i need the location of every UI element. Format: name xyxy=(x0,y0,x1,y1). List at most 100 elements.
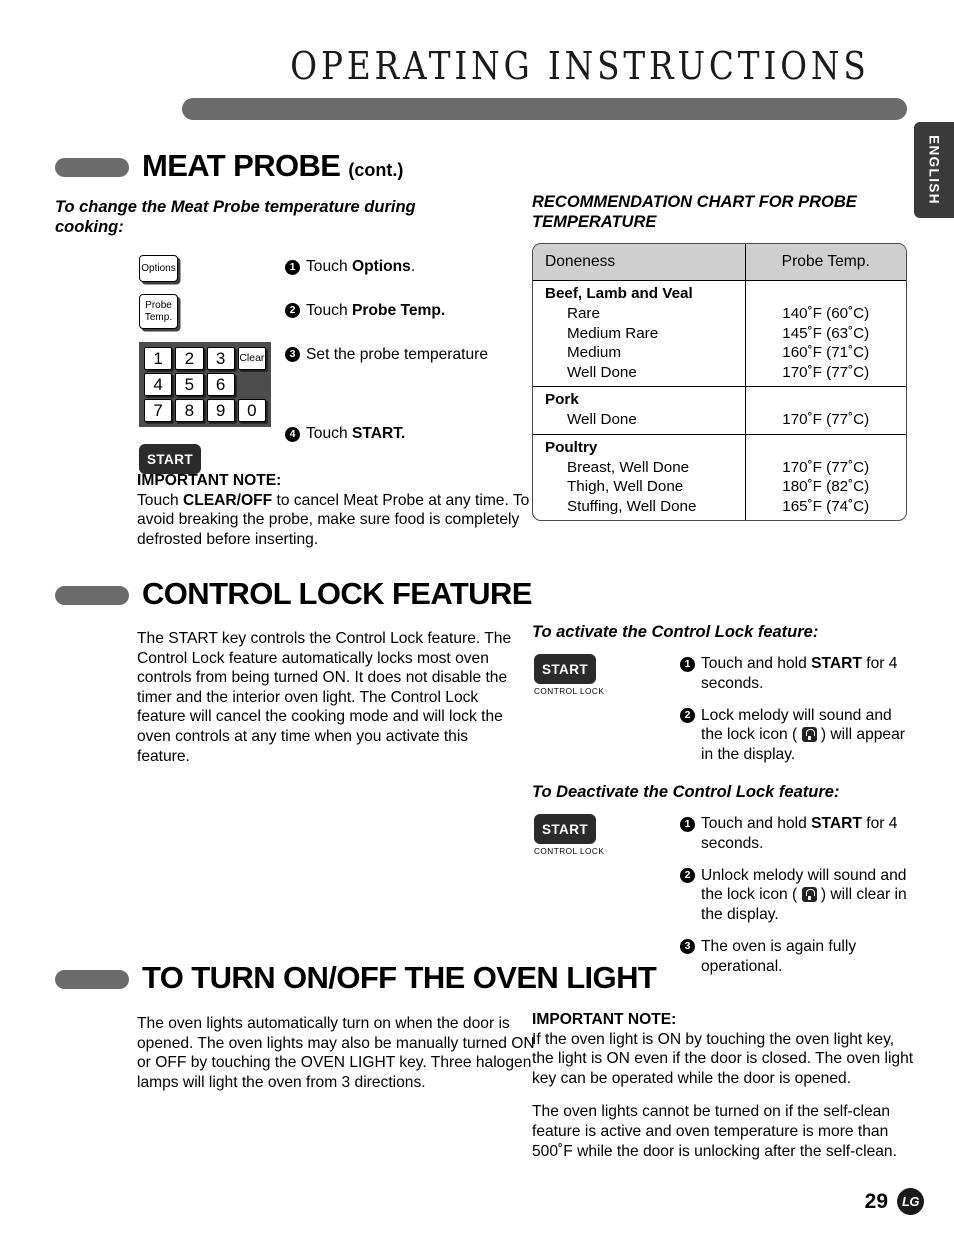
keypad-key-3[interactable]: 3 xyxy=(206,347,235,370)
important-note-paragraph-2: The oven lights cannot be turned on if t… xyxy=(532,1103,897,1160)
step-number: 2 xyxy=(680,708,695,724)
control-lock-title: CONTROL LOCK FEATURE xyxy=(142,576,532,611)
item-name: Well Done xyxy=(567,411,637,428)
step-number: 3 xyxy=(680,939,695,955)
important-note-body: Touch CLEAR/OFF to cancel Meat Probe at … xyxy=(137,491,532,550)
group-name: Pork xyxy=(545,391,579,408)
oven-light-important-note: IMPORTANT NOTE: If the oven light is ON … xyxy=(532,1010,917,1161)
meat-probe-steps: 1 Touch Options. 2 Touch Probe Temp. 3 Set … xyxy=(285,257,525,454)
keypad-blank-cell xyxy=(238,373,266,396)
lock-icon xyxy=(801,887,817,903)
keypad-key-5[interactable]: 5 xyxy=(175,373,204,396)
step-number: 1 xyxy=(680,656,695,672)
item-temp: 170˚F (77˚C) xyxy=(782,458,870,476)
probe-recommendation-chart: RECOMMENDATION CHART FOR PROBE TEMPERATU… xyxy=(532,192,910,521)
step-text-before: Touch xyxy=(306,258,352,275)
step-item: 2 Unlock melody will sound and the lock i… xyxy=(680,866,912,925)
step-text-before: Set the probe temperature xyxy=(306,345,489,363)
header-accent-bar xyxy=(182,98,907,120)
activate-subhead: To activate the Control Lock feature: xyxy=(532,623,819,641)
table-header-doneness: Doneness xyxy=(533,244,746,281)
keypad-key-7[interactable]: 7 xyxy=(144,399,173,422)
probe-temp-table: Doneness Probe Temp. Beef, Lamb and Veal… xyxy=(532,243,907,521)
table-row: Pork Well Done 170˚F (77˚C) xyxy=(533,386,907,434)
start-key[interactable]: START xyxy=(534,814,596,844)
deactivate-subhead: To Deactivate the Control Lock feature: xyxy=(532,783,840,801)
control-lock-heading: CONTROL LOCK FEATURE xyxy=(55,576,535,612)
step-item: 2 Lock melody will sound and the lock ico… xyxy=(680,706,912,765)
keypad-key-6[interactable]: 6 xyxy=(206,373,235,396)
step-item: 3 Set the probe temperature xyxy=(285,345,525,365)
activate-steps: 1 Touch and hold START for 4 seconds. 2 Lo… xyxy=(680,654,912,765)
item-name: Stuffing, Well Done xyxy=(567,497,697,515)
page-number: 29 xyxy=(864,1189,888,1213)
control-lock-activate: To activate the Control Lock feature: ST… xyxy=(532,622,912,775)
step-number: 3 xyxy=(285,347,300,363)
language-tab-label: ENGLISH xyxy=(926,135,942,205)
step-text-bold: Options xyxy=(351,258,411,275)
item-name: Breast, Well Done xyxy=(567,458,690,476)
page-footer: 29 LG xyxy=(865,1188,924,1215)
important-note-paragraph-1: If the oven light is ON by touching the … xyxy=(532,1030,914,1087)
section-control-lock: CONTROL LOCK FEATURE The START key contr… xyxy=(55,576,535,766)
step-text-before: Touch xyxy=(306,425,352,443)
probe-temp-key[interactable]: Probe Temp. xyxy=(139,294,178,329)
item-name: Well Done xyxy=(567,363,637,381)
activate-start-key-graphic: START CONTROL LOCK xyxy=(534,654,604,696)
section-meat-probe: MEAT PROBE (cont.) To change the Meat Pr… xyxy=(55,148,535,237)
important-note-heading: IMPORTANT NOTE: xyxy=(137,472,282,489)
table-row: Beef, Lamb and Veal Rare Medium Rare Med… xyxy=(533,280,907,387)
start-key-caption: CONTROL LOCK xyxy=(534,847,605,856)
keypad-key-2[interactable]: 2 xyxy=(175,347,204,370)
step-item: 3 The oven is again fully operational. xyxy=(680,937,912,977)
number-keypad[interactable]: 1 2 3 Clear 4 5 6 7 8 9 0 xyxy=(139,342,271,427)
item-name: Thigh, Well Done xyxy=(567,478,684,495)
deactivate-start-key-graphic: START CONTROL LOCK xyxy=(534,814,604,856)
control-lock-body: The START key controls the Control Lock … xyxy=(137,630,512,765)
step-item: 1 Touch and hold START for 4 seconds. xyxy=(680,814,912,854)
keypad-key-9[interactable]: 9 xyxy=(206,399,235,422)
step-text-bold: START xyxy=(811,655,862,672)
control-lock-deactivate: To Deactivate the Control Lock feature: … xyxy=(532,782,912,987)
item-temp: 170˚F (77˚C) xyxy=(782,363,870,381)
keypad-key-8[interactable]: 8 xyxy=(175,399,204,422)
item-temp: 140˚F (60˚C) xyxy=(782,305,870,322)
options-key[interactable]: Options xyxy=(139,255,178,282)
important-note-heading: IMPORTANT NOTE: xyxy=(532,1011,677,1028)
step-text-bold: START. xyxy=(351,425,406,443)
deactivate-steps: 1 Touch and hold START for 4 seconds. 2 Un… xyxy=(680,814,912,977)
step-number: 1 xyxy=(285,259,300,275)
start-key-caption: CONTROL LOCK xyxy=(534,687,605,696)
item-temp: 165˚F (74˚C) xyxy=(782,497,870,515)
meat-probe-title: MEAT PROBE (cont.) xyxy=(142,148,404,183)
step-text-before: Touch and hold xyxy=(701,815,812,832)
language-tab: ENGLISH xyxy=(914,122,954,218)
step-text-bold: Probe Temp. xyxy=(351,301,446,319)
step-text-after: . xyxy=(410,258,416,275)
probe-chart-title: RECOMMENDATION CHART FOR PROBE TEMPERATU… xyxy=(532,193,857,231)
meat-probe-heading: MEAT PROBE (cont.) xyxy=(55,148,535,184)
section-bullet-pill xyxy=(55,158,129,177)
note-text-before: Touch xyxy=(137,491,183,509)
step-item: 1 Touch Options. xyxy=(285,257,525,277)
keypad-key-0[interactable]: 0 xyxy=(237,399,266,422)
start-key[interactable]: START xyxy=(534,654,596,684)
keypad-key-4[interactable]: 4 xyxy=(144,373,173,396)
keypad-key-clear[interactable]: Clear xyxy=(237,347,266,370)
item-name: Medium Rare xyxy=(567,324,659,342)
step-item: 1 Touch and hold START for 4 seconds. xyxy=(680,654,912,694)
meat-probe-key-graphics: Options Probe Temp. 1 2 3 Clear 4 5 6 7 … xyxy=(139,255,271,474)
step-number: 1 xyxy=(680,816,695,832)
item-temp: 160˚F (71˚C) xyxy=(782,344,870,361)
page-header: OPERATING INSTRUCTIONS xyxy=(0,38,954,120)
oven-light-body: The oven lights automatically turn on wh… xyxy=(137,1015,535,1091)
oven-light-heading: TO TURN ON/OFF THE OVEN LIGHT xyxy=(55,960,657,996)
keypad-key-1[interactable]: 1 xyxy=(144,347,173,370)
start-key[interactable]: START xyxy=(139,444,201,474)
meat-probe-subhead: To change the Meat Probe temperature dur… xyxy=(55,198,416,236)
step-item: 4 Touch START. xyxy=(285,424,525,444)
section-bullet-pill xyxy=(55,586,129,605)
